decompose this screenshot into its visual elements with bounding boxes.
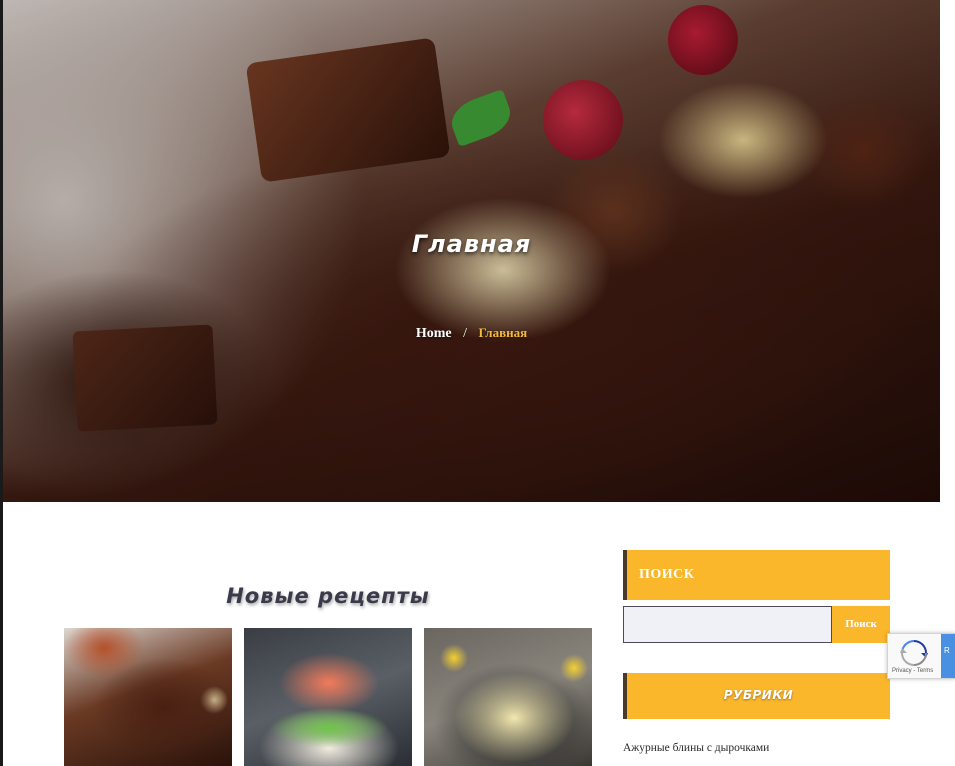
rubrics-widget-heading: РУБРИКИ	[623, 673, 890, 719]
recaptcha-terms[interactable]: Privacy - Terms	[892, 668, 933, 674]
recipe-card-brownie[interactable]	[64, 628, 232, 766]
rubric-link[interactable]: Ажурные блины с дырочками	[623, 742, 769, 754]
breadcrumb: Home / Главная	[3, 325, 940, 342]
breadcrumb-home-link[interactable]: Home	[416, 326, 452, 341]
page-title: Главная	[411, 230, 532, 258]
recaptcha-badge[interactable]: Privacy - Terms R	[887, 633, 955, 679]
recaptcha-icon	[900, 640, 928, 666]
hero-banner: Главная Home / Главная	[3, 0, 940, 502]
search-button[interactable]: Поиск	[832, 606, 890, 643]
rubrics-heading-text: РУБРИКИ	[723, 688, 794, 702]
recipe-card-lemon-rice[interactable]	[424, 628, 592, 766]
recipe-card-salmon-salad[interactable]	[244, 628, 412, 766]
section-title-new-recipes: Новые рецепты	[226, 584, 430, 608]
search-heading-text: ПОИСК	[639, 567, 695, 582]
recaptcha-tab-letter: R	[944, 646, 950, 655]
search-widget-heading: ПОИСК	[623, 550, 890, 600]
search-input[interactable]	[623, 606, 832, 643]
breadcrumb-current: Главная	[478, 325, 528, 340]
recaptcha-tab: R	[941, 634, 955, 678]
breadcrumb-separator: /	[463, 326, 467, 341]
